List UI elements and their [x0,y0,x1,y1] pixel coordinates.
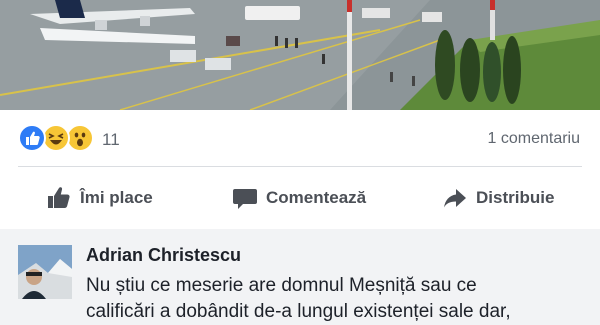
post-photo[interactable] [0,0,600,110]
profile-photo-icon [18,245,72,299]
post-action-bar: Îmi place Comentează Distribuie [0,167,600,229]
comment-author[interactable]: Adrian Christescu [86,245,241,266]
like-button[interactable]: Îmi place [46,183,153,213]
reaction-count[interactable]: 11 [102,130,120,150]
comment-text-line: calificări a dobândit de-a lungul existe… [86,301,511,322]
comment-text-line: Nu știu ce meserie are domnul Meșniță sa… [86,275,477,296]
share-button-label: Distribuie [476,188,555,207]
reactions-bar[interactable]: 11 1 comentariu [0,110,600,168]
comment-bubble-icon [233,189,257,209]
reaction-icons[interactable] [18,124,102,154]
share-button[interactable]: Distribuie [442,183,554,213]
haha-icon [42,124,70,152]
airport-scene-image [0,0,600,110]
comment-text: Nu știu ce meserie are domnul Meșniță sa… [86,273,586,325]
like-button-label: Îmi place [80,188,153,207]
comments-section: Adrian Christescu Nu știu ce meserie are… [0,229,600,325]
comment-count-link[interactable]: 1 comentariu [488,130,581,148]
comment-button-label: Comentează [266,188,367,207]
wow-icon [66,124,94,152]
share-arrow-icon [444,189,466,208]
like-icon [18,124,46,152]
comment-button[interactable]: Comentează [232,183,366,213]
avatar[interactable] [18,245,72,299]
thumbs-up-icon [48,187,70,208]
